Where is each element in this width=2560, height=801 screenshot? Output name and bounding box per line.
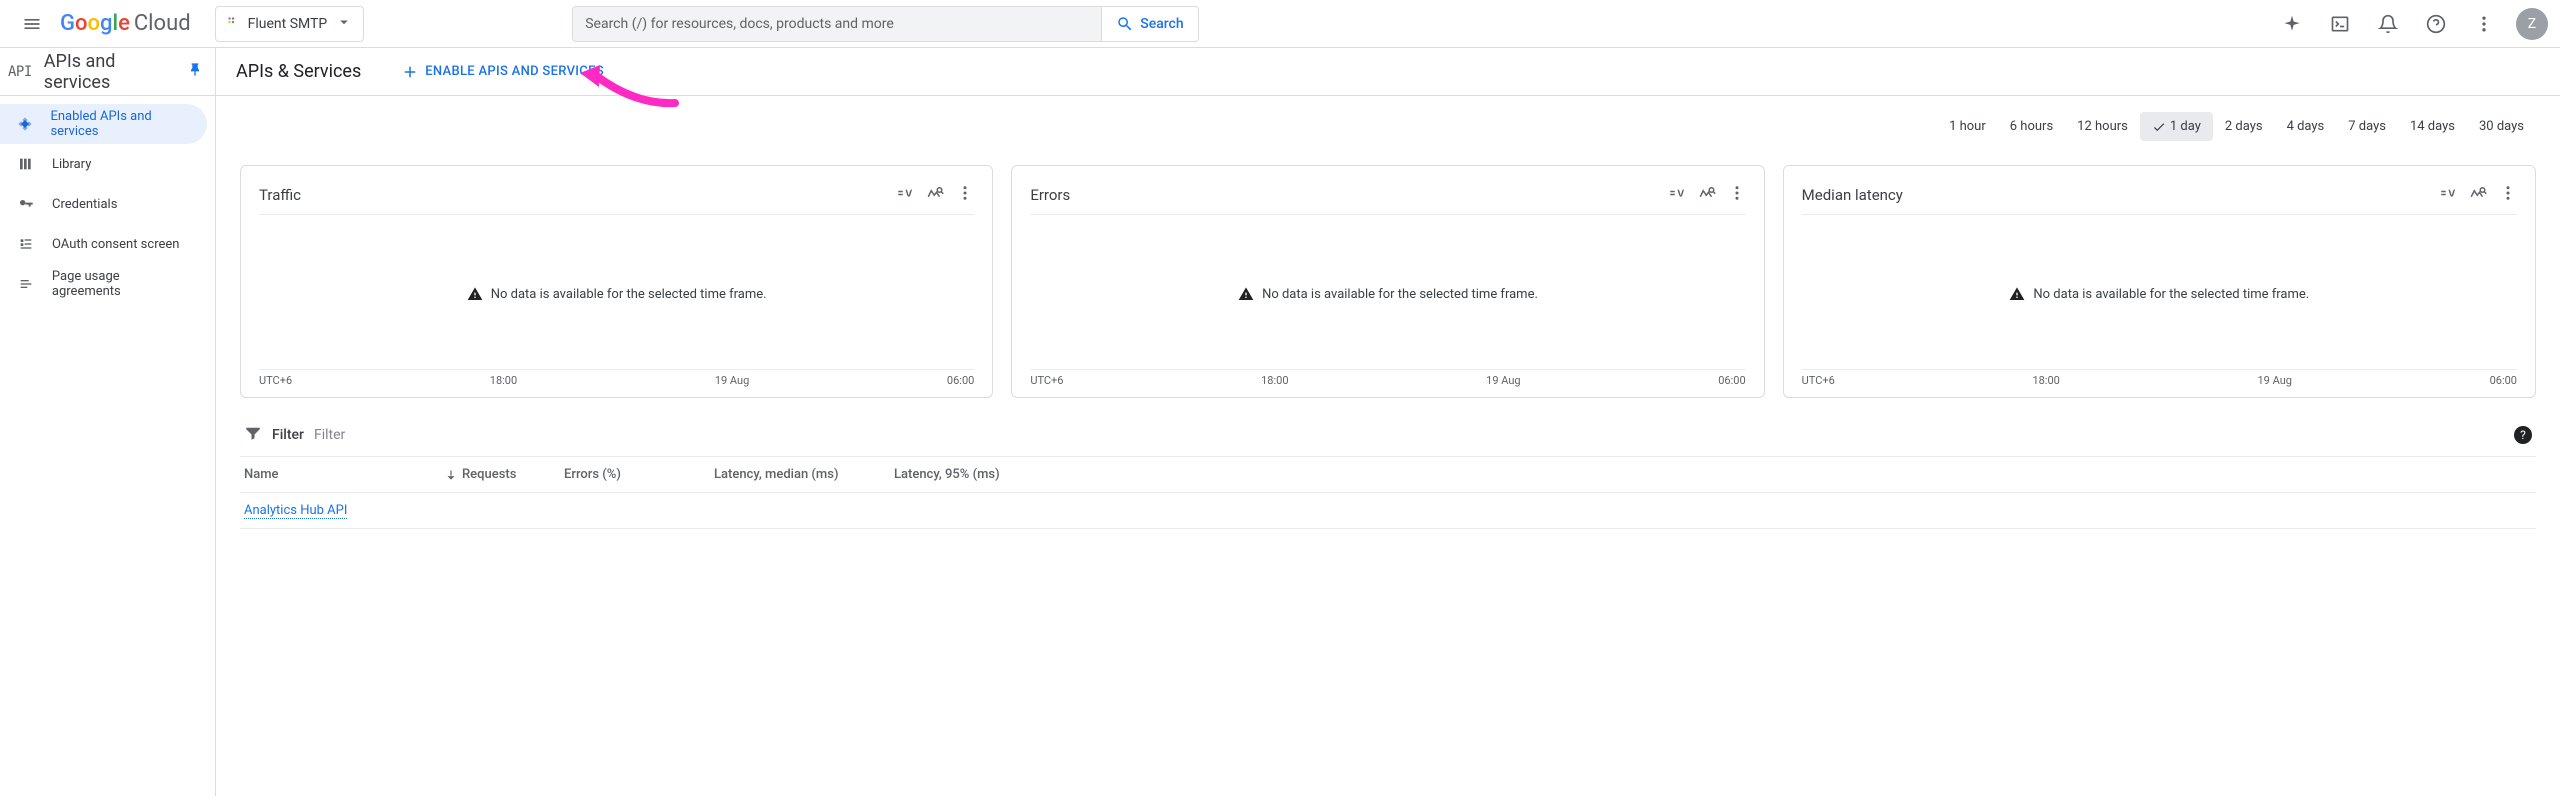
- th-requests[interactable]: Requests: [444, 467, 564, 482]
- chart-axis: UTC+618:0019 Aug06:00: [1030, 369, 1745, 387]
- search-icon: [1116, 15, 1134, 33]
- time-chip[interactable]: 4 days: [2275, 112, 2337, 141]
- chart-card: Errors No data is available for the sele…: [1011, 165, 1764, 398]
- chart-empty-state: No data is available for the selected ti…: [259, 219, 974, 369]
- time-chip[interactable]: 12 hours: [2065, 112, 2140, 141]
- legend-toggle-icon[interactable]: [896, 184, 914, 206]
- sidebar-item-enabled-apis[interactable]: Enabled APIs and services: [0, 104, 207, 144]
- chart-axis: UTC+618:0019 Aug06:00: [1802, 369, 2517, 387]
- logo-cloud-text: Cloud: [134, 11, 191, 36]
- filter-input[interactable]: Filter: [314, 427, 345, 443]
- time-chip[interactable]: 30 days: [2467, 112, 2536, 141]
- explore-icon[interactable]: [926, 184, 944, 206]
- project-icon: [226, 15, 240, 33]
- sidebar-item-credentials[interactable]: Credentials: [0, 184, 207, 224]
- sidebar-item-label: Page usage agreements: [52, 269, 191, 299]
- time-chip[interactable]: 7 days: [2336, 112, 2398, 141]
- th-errors[interactable]: Errors (%): [564, 467, 714, 482]
- card-title: Errors: [1030, 186, 1070, 204]
- project-name: Fluent SMTP: [248, 16, 328, 32]
- explore-icon[interactable]: [1698, 184, 1716, 206]
- sort-desc-icon: [444, 468, 458, 482]
- th-latency-median[interactable]: Latency, median (ms): [714, 467, 894, 482]
- hamburger-menu[interactable]: [12, 4, 52, 44]
- help-icon[interactable]: [2416, 4, 2456, 44]
- warning-icon: [1238, 286, 1254, 302]
- sidebar-item-label: OAuth consent screen: [52, 237, 179, 252]
- warning-icon: [467, 286, 483, 302]
- product-title: APIs and services: [44, 51, 175, 93]
- page-title: APIs & Services: [236, 61, 361, 82]
- warning-icon: [2009, 286, 2025, 302]
- table-row: Analytics Hub API: [240, 493, 2536, 529]
- chart-empty-state: No data is available for the selected ti…: [1802, 219, 2517, 369]
- time-chip[interactable]: 14 days: [2398, 112, 2467, 141]
- time-chip[interactable]: 1 day: [2140, 112, 2213, 141]
- card-title: Median latency: [1802, 186, 1903, 204]
- api-product-code: API: [8, 64, 32, 80]
- legend-toggle-icon[interactable]: [1668, 184, 1686, 206]
- help-icon[interactable]: ?: [2514, 426, 2532, 444]
- consent-icon: [16, 236, 36, 252]
- library-icon: [16, 156, 36, 172]
- legend-toggle-icon[interactable]: [2439, 184, 2457, 206]
- sidebar-item-oauth-consent[interactable]: OAuth consent screen: [0, 224, 207, 264]
- th-latency-95[interactable]: Latency, 95% (ms): [894, 467, 1074, 482]
- chart-empty-state: No data is available for the selected ti…: [1030, 219, 1745, 369]
- more-icon[interactable]: [956, 184, 974, 206]
- api-link[interactable]: Analytics Hub API: [244, 503, 347, 519]
- filter-bar: Filter Filter ?: [240, 414, 2536, 456]
- key-icon: [16, 196, 36, 212]
- more-icon[interactable]: [1728, 184, 1746, 206]
- avatar[interactable]: Z: [2516, 8, 2548, 40]
- chart-axis: UTC+618:0019 Aug06:00: [259, 369, 974, 387]
- time-chip[interactable]: 6 hours: [1998, 112, 2065, 141]
- enable-apis-button[interactable]: Enable APIs and services: [401, 63, 604, 81]
- sidebar-item-label: Library: [52, 157, 91, 172]
- chevron-down-icon: [335, 13, 353, 35]
- time-chip[interactable]: 1 hour: [1937, 112, 1998, 141]
- api-table: Name Requests Errors (%) Latency, median…: [240, 456, 2536, 529]
- sidebar-item-label: Credentials: [52, 197, 117, 212]
- explore-icon[interactable]: [2469, 184, 2487, 206]
- card-title: Traffic: [259, 186, 301, 204]
- gemini-icon[interactable]: [2272, 4, 2312, 44]
- check-icon: [2152, 120, 2166, 134]
- google-cloud-logo[interactable]: Google Cloud: [60, 11, 191, 36]
- chart-card: Traffic No data is available for the sel…: [240, 165, 993, 398]
- sidebar-item-page-usage[interactable]: Page usage agreements: [0, 264, 207, 304]
- avatar-initial: Z: [2528, 16, 2536, 32]
- search-input[interactable]: Search (/) for resources, docs, products…: [572, 6, 1102, 42]
- sidebar-item-label: Enabled APIs and services: [50, 109, 191, 139]
- th-name[interactable]: Name: [244, 467, 444, 482]
- search-button[interactable]: Search: [1102, 6, 1198, 42]
- search-button-label: Search: [1140, 16, 1183, 32]
- pin-icon[interactable]: [187, 62, 203, 82]
- agreement-icon: [16, 276, 36, 292]
- enable-apis-label: Enable APIs and services: [425, 64, 604, 79]
- plus-icon: [401, 63, 419, 81]
- sidebar: Enabled APIs and services Library Creden…: [0, 96, 216, 796]
- diamond-icon: [16, 116, 34, 132]
- search-placeholder: Search (/) for resources, docs, products…: [585, 16, 894, 32]
- more-icon[interactable]: [2499, 184, 2517, 206]
- filter-icon: [244, 424, 262, 446]
- sidebar-item-library[interactable]: Library: [0, 144, 207, 184]
- cloud-shell-icon[interactable]: [2320, 4, 2360, 44]
- more-icon[interactable]: [2464, 4, 2504, 44]
- time-range-selector: 1 hour6 hours12 hours1 day2 days4 days7 …: [240, 112, 2536, 141]
- filter-label: Filter: [272, 427, 304, 443]
- notifications-icon[interactable]: [2368, 4, 2408, 44]
- project-picker[interactable]: Fluent SMTP: [215, 6, 365, 42]
- time-chip[interactable]: 2 days: [2213, 112, 2275, 141]
- chart-card: Median latency No data is available for …: [1783, 165, 2536, 398]
